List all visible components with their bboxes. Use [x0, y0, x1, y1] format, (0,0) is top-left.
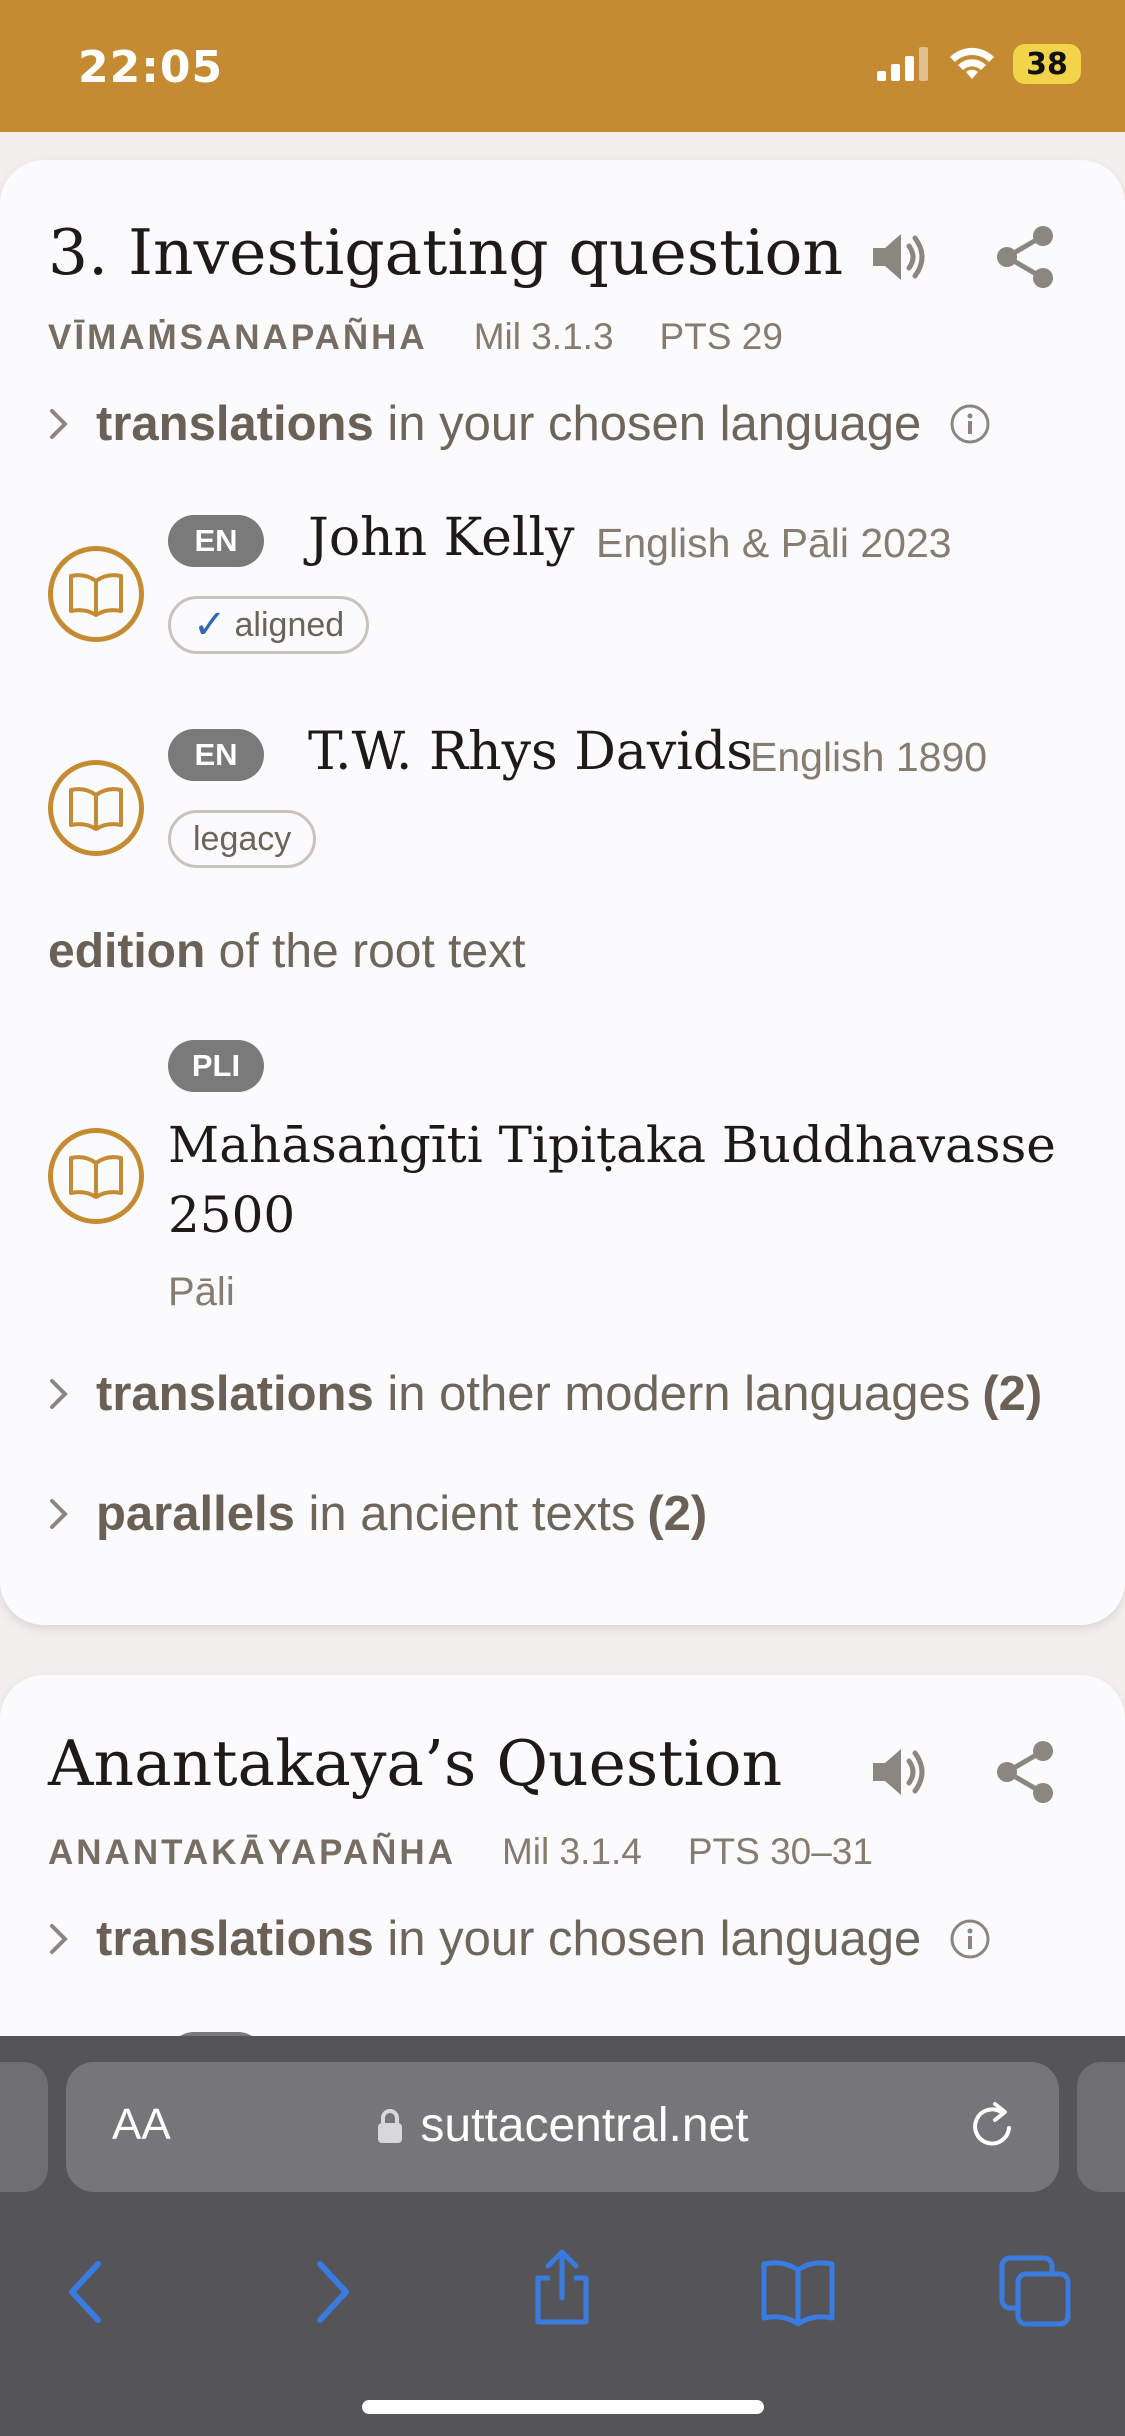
chevron-right-icon — [50, 1924, 68, 1954]
publication-info: English 1890 — [750, 734, 988, 780]
speaker-icon[interactable] — [863, 1737, 933, 1807]
lock-icon — [378, 2108, 403, 2143]
chevron-left-icon — [69, 2261, 101, 2323]
edition-heading: edition of the root text — [48, 924, 526, 979]
status-time: 22:05 — [78, 42, 224, 93]
speaker-icon[interactable] — [863, 222, 933, 292]
forward-button[interactable] — [290, 2252, 370, 2332]
previous-tab-preview[interactable] — [0, 2062, 48, 2192]
tabs-icon — [999, 2255, 1071, 2327]
translator-name[interactable]: T.W. Rhys Davids — [308, 722, 753, 782]
share-icon[interactable] — [991, 1737, 1061, 1807]
pts-reference: PTS 29 — [659, 316, 783, 357]
battery-indicator: 38 — [1013, 44, 1081, 84]
edition-rest: of the root text — [218, 925, 526, 978]
check-icon: ✓ — [193, 603, 227, 647]
disclosure-rest: in other modern languages — [387, 1367, 971, 1421]
chevron-right-icon — [50, 1499, 68, 1529]
tag-label: aligned — [234, 605, 345, 644]
legacy-tag: legacy — [168, 810, 317, 868]
wifi-icon — [950, 47, 994, 79]
pts-reference: PTS 30–31 — [687, 1831, 873, 1872]
pali-name: VĪMAṀSANAPAÑHA — [48, 318, 428, 357]
disclosure-rest: in ancient texts — [308, 1487, 636, 1541]
edition-strong: edition — [48, 925, 206, 978]
language-badge: EN — [168, 515, 264, 567]
disclosure-strong: translations — [96, 397, 374, 451]
url-display[interactable]: suttacentral.net — [66, 2098, 1059, 2153]
status-icons: 38 — [877, 44, 1081, 84]
disclosure-rest: in your chosen language — [387, 397, 922, 451]
home-indicator[interactable] — [362, 2400, 764, 2414]
pali-name: ANANTAKĀYAPAÑHA — [48, 1833, 456, 1872]
card-title: Anantakaya’s Question — [48, 1727, 783, 1800]
disclosure-rest: in your chosen language — [387, 1912, 922, 1966]
meta-row: ANANTAKĀYAPAÑHA Mil 3.1.4 PTS 30–31 — [48, 1831, 873, 1873]
count-label: (2) — [647, 1487, 708, 1541]
bookmarks-button[interactable] — [758, 2252, 838, 2332]
book-icon — [761, 2260, 835, 2327]
chevron-right-icon — [50, 409, 68, 439]
browser-toolbar: AA suttacentral.net — [0, 2036, 1125, 2436]
card-title: 3. Investigating question — [48, 216, 844, 289]
parallels-toggle[interactable]: parallels in ancient texts (2) — [48, 1486, 707, 1542]
language-badge: EN — [168, 729, 264, 781]
aligned-tag: ✓ aligned — [168, 596, 370, 654]
back-button[interactable] — [48, 2252, 128, 2332]
info-icon[interactable] — [949, 1918, 991, 1960]
sutta-reference: Mil 3.1.3 — [473, 316, 614, 357]
book-open-icon[interactable] — [48, 546, 144, 642]
share-button[interactable] — [522, 2248, 602, 2328]
edition-language: Pāli — [168, 1270, 235, 1314]
disclosure-strong: parallels — [96, 1487, 295, 1541]
tabs-button[interactable] — [996, 2252, 1076, 2332]
meta-row: VĪMAṀSANAPAÑHA Mil 3.1.3 PTS 29 — [48, 316, 783, 358]
translator-name[interactable]: John Kelly — [308, 508, 575, 568]
reload-icon[interactable] — [965, 2098, 1021, 2154]
browser-nav-row — [0, 2232, 1125, 2352]
chevron-right-icon — [317, 2261, 349, 2323]
book-open-icon[interactable] — [48, 760, 144, 856]
status-bar: 22:05 38 — [0, 0, 1125, 132]
share-icon — [535, 2249, 589, 2325]
share-icon[interactable] — [991, 222, 1061, 292]
tag-label: legacy — [193, 819, 292, 858]
language-badge: PLI — [168, 1040, 264, 1092]
info-icon[interactable] — [949, 403, 991, 445]
chevron-right-icon — [50, 1379, 68, 1409]
sutta-card: 3. Investigating question VĪMAṀSANAPAÑHA… — [0, 160, 1125, 1625]
url-text: suttacentral.net — [420, 2099, 749, 2152]
edition-title[interactable]: Mahāsaṅgīti Tipiṭaka Buddhavasse 2500 — [168, 1110, 1068, 1250]
count-label: (2) — [982, 1367, 1043, 1421]
disclosure-strong: translations — [96, 1912, 374, 1966]
sutta-reference: Mil 3.1.4 — [501, 1831, 642, 1872]
translations-chosen-toggle[interactable]: translations in your chosen language — [48, 396, 991, 452]
address-bar[interactable]: AA suttacentral.net — [66, 2062, 1059, 2192]
translations-chosen-toggle[interactable]: translations in your chosen language — [48, 1911, 991, 1967]
next-tab-preview[interactable] — [1077, 2062, 1125, 2192]
translations-other-toggle[interactable]: translations in other modern languages (… — [48, 1366, 1042, 1422]
book-open-icon[interactable] — [48, 1128, 144, 1224]
publication-info: English & Pāli 2023 — [596, 520, 952, 566]
signal-icon — [877, 47, 928, 81]
disclosure-strong: translations — [96, 1367, 374, 1421]
